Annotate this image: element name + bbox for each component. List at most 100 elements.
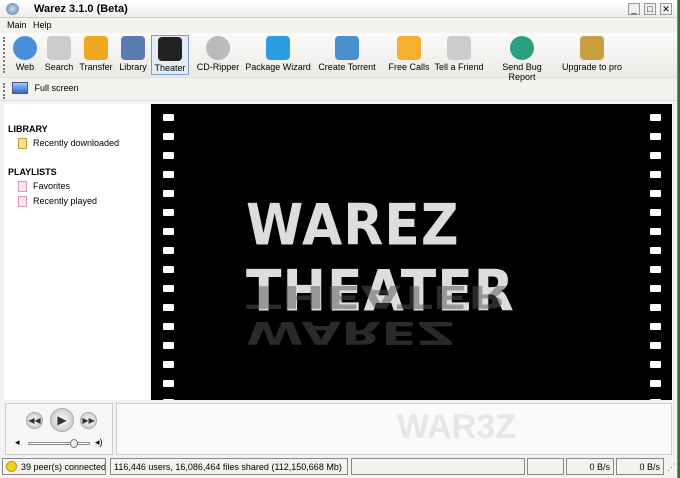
menu-bar: Main Help bbox=[0, 19, 677, 32]
volume-low-icon: ◂ bbox=[15, 437, 20, 447]
download-speed: 0 B/s bbox=[566, 458, 614, 475]
film-hole bbox=[650, 209, 661, 216]
sidebar-item-recently-downloaded[interactable]: Recently downloaded bbox=[18, 138, 119, 150]
connection-indicator-icon bbox=[6, 461, 17, 472]
film-hole bbox=[650, 133, 661, 140]
close-button[interactable]: ✕ bbox=[660, 3, 672, 15]
phone-icon bbox=[397, 36, 421, 60]
previous-button[interactable]: ◀◀ bbox=[26, 412, 43, 429]
sidebar-item-recently-played[interactable]: Recently played bbox=[18, 196, 97, 208]
video-title-reflection: WAREZ THEATER bbox=[246, 278, 508, 350]
next-button[interactable]: ▶▶ bbox=[80, 412, 97, 429]
fullscreen-button[interactable]: Full screen bbox=[12, 82, 79, 99]
playlists-heading: PLAYLISTS bbox=[8, 167, 57, 177]
toolbar-button-library[interactable]: Library bbox=[118, 35, 148, 75]
status-panel-empty bbox=[527, 458, 564, 475]
film-icon bbox=[158, 37, 182, 61]
toolbar-button-web[interactable]: Web bbox=[8, 35, 42, 75]
friend-icon bbox=[447, 36, 471, 60]
film-hole bbox=[650, 228, 661, 235]
wand-icon bbox=[335, 36, 359, 60]
monitor-icon bbox=[12, 82, 28, 94]
toolbar-button-theater[interactable]: Theater bbox=[151, 35, 189, 75]
film-hole bbox=[163, 133, 174, 140]
menu-main[interactable]: Main bbox=[7, 20, 27, 30]
menu-help[interactable]: Help bbox=[33, 20, 52, 30]
film-hole bbox=[163, 304, 174, 311]
bug-report-icon bbox=[510, 36, 534, 60]
fullscreen-label: Full screen bbox=[34, 83, 79, 93]
volume-knob[interactable] bbox=[69, 439, 78, 448]
folder-icon bbox=[18, 138, 27, 150]
toolbar-button-send-bug-report[interactable]: Send Bug Report bbox=[488, 35, 556, 82]
toolbar-button-label: Create Torrent bbox=[318, 62, 376, 72]
film-hole bbox=[650, 304, 661, 311]
view-toolbar: Full screen bbox=[0, 80, 677, 101]
toolbar-button-upgrade-to-pro[interactable]: Upgrade to pro bbox=[560, 35, 624, 75]
brand-logo: WAR3Z bbox=[397, 408, 516, 446]
film-hole bbox=[650, 361, 661, 368]
playlist-icon bbox=[18, 196, 27, 208]
film-hole bbox=[163, 228, 174, 235]
toolbar-button-create-torrent[interactable]: Create Torrent bbox=[316, 35, 378, 75]
film-hole bbox=[163, 399, 174, 400]
window-title: Warez 3.1.0 (Beta) bbox=[34, 3, 128, 15]
cd-icon bbox=[206, 36, 230, 60]
resize-grip-icon[interactable]: ⋰ bbox=[667, 462, 676, 473]
globe-icon bbox=[13, 36, 37, 60]
film-hole bbox=[650, 323, 661, 330]
toolbar-button-label: Upgrade to pro bbox=[561, 62, 623, 72]
film-hole bbox=[650, 247, 661, 254]
film-hole bbox=[163, 114, 174, 121]
player-controls: ◀◀ ▶ ▶▶ ◂ ◂) bbox=[5, 403, 113, 455]
library-heading: LIBRARY bbox=[8, 124, 48, 134]
film-hole bbox=[163, 380, 174, 387]
film-hole bbox=[650, 285, 661, 292]
film-hole bbox=[163, 209, 174, 216]
film-hole bbox=[650, 342, 661, 349]
toolbar-button-label: Theater bbox=[154, 63, 186, 73]
film-hole bbox=[650, 380, 661, 387]
toolbar: Web Search Transfer Library Theater CD-Ripper… bbox=[0, 33, 677, 82]
film-hole bbox=[650, 190, 661, 197]
toolbar-button-cd-ripper[interactable]: CD-Ripper bbox=[196, 35, 240, 75]
film-hole bbox=[163, 152, 174, 159]
transfer-icon bbox=[84, 36, 108, 60]
sidebar-item-favorites[interactable]: Favorites bbox=[18, 181, 70, 193]
play-button[interactable]: ▶ bbox=[50, 408, 74, 432]
toolbar-button-label: Transfer bbox=[79, 62, 113, 72]
toolbar-button-package-wizard[interactable]: Package Wizard bbox=[242, 35, 314, 75]
toolbar-button-search[interactable]: Search bbox=[42, 35, 76, 75]
upload-speed: 0 B/s bbox=[616, 458, 664, 475]
magnifier-icon bbox=[47, 36, 71, 60]
toolbar-button-label: CD-Ripper bbox=[196, 62, 240, 72]
toolbar-button-free-calls[interactable]: Free Calls bbox=[388, 35, 430, 75]
film-hole bbox=[163, 361, 174, 368]
film-hole bbox=[163, 285, 174, 292]
minimize-button[interactable]: _ bbox=[628, 3, 640, 15]
film-hole bbox=[163, 190, 174, 197]
film-hole bbox=[163, 171, 174, 178]
maximize-button[interactable]: □ bbox=[644, 3, 656, 15]
toolbar-button-label: Free Calls bbox=[388, 62, 430, 72]
brand-banner: WAR3Z bbox=[116, 403, 672, 455]
toolbar-button-label: Web bbox=[15, 62, 35, 72]
toolbar-grip[interactable] bbox=[3, 37, 5, 73]
package-icon bbox=[266, 36, 290, 60]
film-hole bbox=[163, 247, 174, 254]
film-hole bbox=[163, 266, 174, 273]
film-hole bbox=[650, 152, 661, 159]
toolbar-button-transfer[interactable]: Transfer bbox=[77, 35, 115, 75]
film-hole bbox=[163, 323, 174, 330]
video-area[interactable]: WAREZ THEATER WAREZ THEATER bbox=[151, 104, 672, 400]
toolbar-grip[interactable] bbox=[3, 83, 5, 99]
toolbar-button-tell-a-friend[interactable]: Tell a Friend bbox=[433, 35, 485, 75]
toolbar-button-label: Library bbox=[119, 62, 147, 72]
toolbar-button-label: Send Bug Report bbox=[502, 62, 542, 82]
status-bar: 39 peer(s) connected 116,446 users, 16,0… bbox=[2, 457, 676, 476]
network-stats: 116,446 users, 16,086,464 files shared (… bbox=[110, 458, 348, 475]
volume-slider[interactable] bbox=[28, 439, 90, 448]
film-hole bbox=[163, 342, 174, 349]
film-hole bbox=[650, 399, 661, 400]
film-hole bbox=[650, 266, 661, 273]
